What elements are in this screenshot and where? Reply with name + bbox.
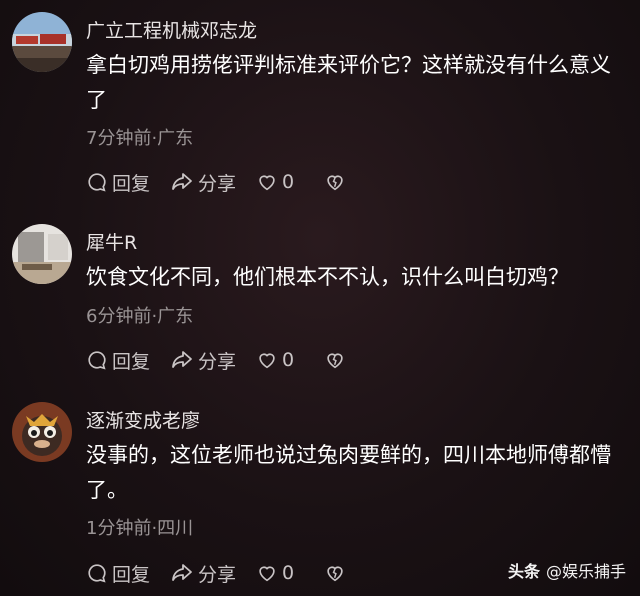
heart-icon (259, 566, 275, 582)
reply-icon (88, 351, 106, 370)
watermark-brand: 头条 (507, 562, 540, 581)
heart-icon (259, 175, 275, 191)
share-label: 分享 (198, 350, 237, 373)
avatar-image (12, 402, 72, 462)
like-button[interactable]: 0 (256, 349, 294, 371)
like-count: 0 (282, 171, 295, 193)
share-button[interactable]: 分享 (170, 169, 236, 196)
share-icon (172, 351, 192, 368)
avatar-image (12, 224, 72, 284)
comment-actions: 回复 分享 0 (86, 346, 350, 374)
reply-icon (88, 173, 106, 192)
broken-heart-icon (327, 566, 343, 582)
comment-username[interactable]: 广立工程机械邓志龙 (86, 16, 257, 43)
reply-label: 回复 (112, 563, 151, 586)
reply-label: 回复 (112, 172, 151, 195)
share-icon (172, 173, 192, 190)
dislike-button[interactable] (324, 171, 350, 193)
share-button[interactable]: 分享 (170, 347, 236, 374)
comment-text: 没事的，这位老师也说过兔肉要鲜的，四川本地师傅都懵了。 (86, 443, 611, 502)
comment-text: 饮食文化不同，他们根本不不认，识什么叫白切鸡？ (86, 265, 569, 289)
avatar-image (12, 12, 72, 72)
avatar[interactable] (12, 224, 72, 284)
comment-username[interactable]: 犀牛R (86, 228, 137, 255)
reply-button[interactable]: 回复 (86, 560, 150, 587)
reply-label: 回复 (112, 350, 151, 373)
share-icon (172, 564, 192, 581)
comment-text: 拿白切鸡用捞佬评判标准来评价它？这样就没有什么意义了 (86, 53, 611, 112)
broken-heart-icon (327, 353, 343, 369)
share-label: 分享 (198, 172, 237, 195)
like-button[interactable]: 0 (256, 171, 294, 193)
reply-button[interactable]: 回复 (86, 169, 150, 196)
like-count: 0 (282, 562, 295, 584)
watermark-account: @娱乐捕手 (545, 562, 626, 581)
avatar[interactable] (12, 12, 72, 72)
reply-icon (88, 564, 106, 583)
like-count: 0 (282, 349, 295, 371)
comment-meta: 7分钟前·广东 (86, 128, 194, 149)
comment-actions: 回复 分享 0 (86, 559, 350, 587)
comment-actions: 回复 分享 0 (86, 168, 350, 196)
share-button[interactable]: 分享 (170, 560, 236, 587)
dislike-button[interactable] (324, 562, 350, 584)
heart-icon (259, 353, 275, 369)
comment-username[interactable]: 逐渐变成老廖 (86, 406, 200, 433)
dislike-button[interactable] (324, 349, 350, 371)
avatar[interactable] (12, 402, 72, 462)
comment-meta: 1分钟前·四川 (86, 518, 194, 539)
comment-meta: 6分钟前·广东 (86, 306, 194, 327)
share-label: 分享 (198, 563, 237, 586)
like-button[interactable]: 0 (256, 562, 294, 584)
reply-button[interactable]: 回复 (86, 347, 150, 374)
watermark: 头条 @娱乐捕手 (508, 558, 626, 582)
broken-heart-icon (327, 175, 343, 191)
